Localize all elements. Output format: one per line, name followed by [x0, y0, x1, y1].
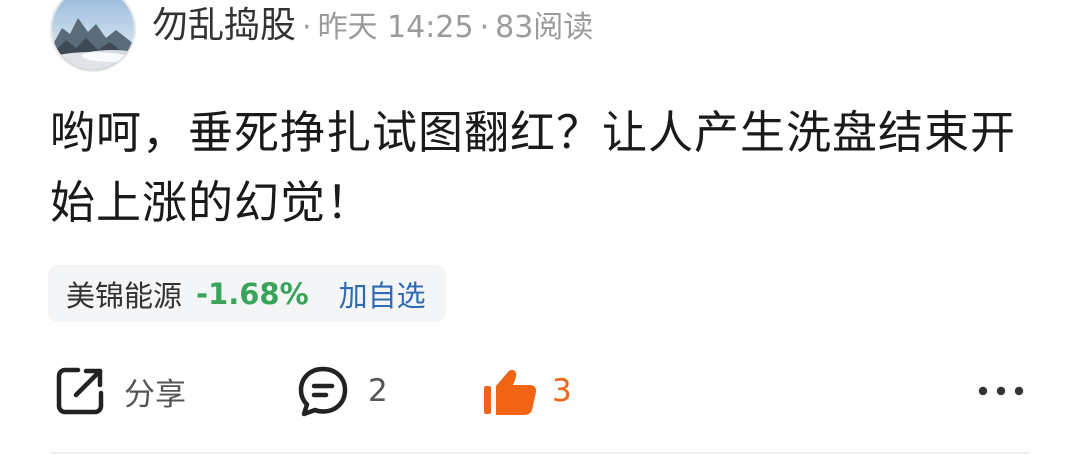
stock-name[interactable]: 美锦能源 [66, 273, 182, 315]
share-button[interactable]: 分享 [54, 356, 186, 426]
share-icon [56, 367, 104, 415]
comment-button[interactable]: 2 [296, 356, 388, 426]
divider [50, 452, 1030, 454]
more-icon [978, 386, 1024, 396]
more-button[interactable] [976, 356, 1026, 426]
thumbs-up-icon [484, 369, 537, 415]
author-name[interactable]: 勿乱捣股 [152, 4, 296, 48]
share-label: 分享 [124, 376, 186, 413]
post-header: 勿乱捣股 · 昨天 14:25 · 83阅读 [152, 4, 593, 48]
avatar[interactable] [50, 0, 136, 72]
comment-icon [298, 366, 348, 417]
add-watchlist-button[interactable]: 加自选 [339, 273, 426, 315]
avatar-image [52, 0, 134, 70]
comment-count: 2 [368, 373, 388, 409]
post-time: 昨天 14:25 [317, 10, 474, 45]
like-count: 3 [552, 373, 572, 409]
post-card: 勿乱捣股 · 昨天 14:25 · 83阅读 哟呵，垂死挣扎试图翻红？让人产生洗… [0, 0, 1080, 455]
meta-separator: · [479, 10, 490, 45]
stock-tag[interactable]: 美锦能源 -1.68% 加自选 [48, 265, 446, 322]
like-button[interactable]: 3 [482, 356, 572, 426]
action-bar: 分享 2 3 [0, 356, 1080, 426]
meta-separator: · [302, 10, 312, 45]
read-count: 83阅读 [495, 10, 594, 45]
post-content[interactable]: 哟呵，垂死挣扎试图翻红？让人产生洗盘结束开始上涨的幻觉！ [50, 98, 1030, 238]
stock-change: -1.68% [196, 276, 309, 311]
